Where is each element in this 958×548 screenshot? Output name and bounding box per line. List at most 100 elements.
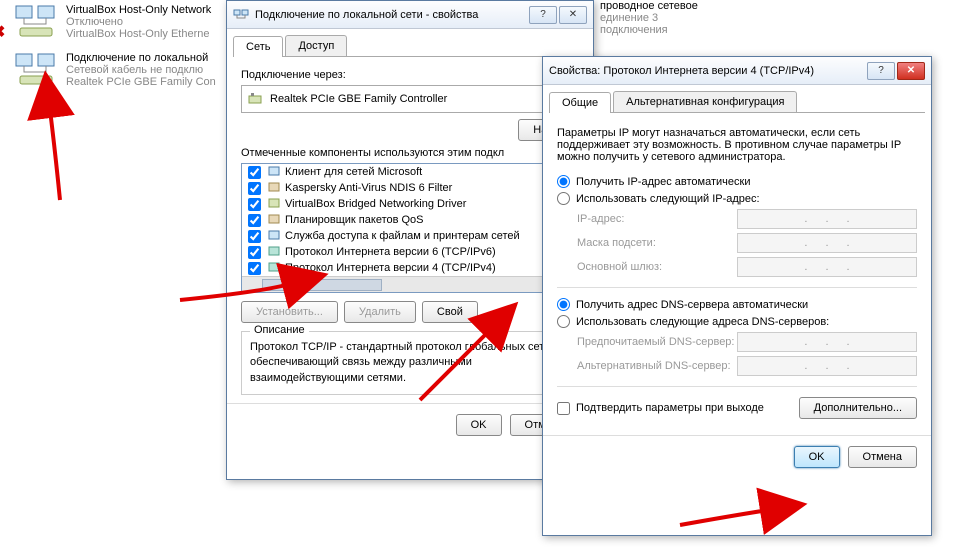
network-item-status: Сетевой кабель не подклю [66,64,216,76]
component-label: Протокол Интернета версии 4 (TCP/IPv4) [285,262,496,274]
qos-icon [267,213,281,227]
titlebar[interactable]: Свойства: Протокол Интернета версии 4 (T… [543,57,931,85]
component-item[interactable]: Kaspersky Anti-Virus NDIS 6 Filter [242,180,578,196]
network-adapter-icon [14,52,58,88]
ok-button[interactable]: OK [456,414,502,436]
install-button[interactable]: Установить... [241,301,338,323]
dns-alt-input[interactable]: ... [737,356,917,376]
tabs: Сеть Доступ [233,35,587,57]
connection-properties-dialog: Подключение по локальной сети - свойства… [226,0,594,480]
tab-network[interactable]: Сеть [233,36,283,57]
ip-manual-label: Использовать следующий IP-адрес: [576,193,760,205]
window-title: Подключение по локальной сети - свойства [255,9,529,21]
network-item-sub: единение 3 [600,12,860,24]
help-button[interactable]: ? [529,6,557,24]
separator [557,287,917,288]
network-item-text: Подключение по локальной Сетевой кабель … [66,52,216,88]
component-checkbox[interactable] [248,182,261,195]
network-item-adapter: VirtualBox Host-Only Etherne [66,28,211,40]
network-item-title: VirtualBox Host-Only Network [66,4,211,16]
gateway-label: Основной шлюз: [577,261,737,273]
component-item[interactable]: Протокол Интернета версии 6 (TCP/IPv6) [242,244,578,260]
ipv4-icon [267,261,281,275]
network-item-adapter: Realtek PCIe GBE Family Con [66,76,216,88]
network-item-partial: проводное сетевое единение 3 подключения [600,0,860,36]
component-item[interactable]: VirtualBox Bridged Networking Driver [242,196,578,212]
confirm-exit-checkbox[interactable] [557,402,570,415]
network-item-text: VirtualBox Host-Only Network Отключено V… [66,4,211,40]
filter-icon [267,181,281,195]
ip-address-input[interactable]: ... [737,209,917,229]
component-item[interactable]: Клиент для сетей Microsoft [242,164,578,180]
properties-button[interactable]: Свой [422,301,478,323]
adapter-icon [248,92,262,106]
info-text: Параметры IP могут назначаться автоматич… [557,127,917,163]
dns-auto-radio-row[interactable]: Получить адрес DNS-сервера автоматически [557,298,917,311]
description-text: Протокол TCP/IP - стандартный протокол г… [250,340,570,386]
horizontal-scrollbar[interactable] [242,276,578,292]
help-button[interactable]: ? [867,62,895,80]
component-checkbox[interactable] [248,214,261,227]
component-item[interactable]: Протокол Интернета версии 4 (TCP/IPv4) [242,260,578,276]
description-group: Описание Протокол TCP/IP - стандартный п… [241,331,579,395]
scroll-thumb[interactable] [262,279,382,291]
components-list[interactable]: Клиент для сетей Microsoft Kaspersky Ant… [241,163,579,293]
component-label: Служба доступа к файлам и принтерам сете… [285,230,520,242]
window-icon [233,7,249,23]
cancel-button[interactable]: Отмена [848,446,917,468]
tab-general[interactable]: Общие [549,92,611,113]
component-checkbox[interactable] [248,198,261,211]
component-item[interactable]: Планировщик пакетов QoS [242,212,578,228]
confirm-exit-label: Подтвердить параметры при выходе [576,402,764,414]
network-item-status: Отключено [66,16,211,28]
dns-auto-radio[interactable] [557,298,570,311]
component-label: Планировщик пакетов QoS [285,214,424,226]
component-checkbox[interactable] [248,166,261,179]
component-item[interactable]: Служба доступа к файлам и принтерам сете… [242,228,578,244]
component-label: Kaspersky Anti-Virus NDIS 6 Filter [285,182,452,194]
tabs: Общие Альтернативная конфигурация [549,91,925,113]
component-label: Протокол Интернета версии 6 (TCP/IPv6) [285,246,496,258]
remove-button[interactable]: Удалить [344,301,416,323]
driver-icon [267,197,281,211]
ipv6-icon [267,245,281,259]
ip-manual-radio[interactable] [557,192,570,205]
network-item-status: подключения [600,24,860,36]
separator [557,386,917,387]
window-title: Свойства: Протокол Интернета версии 4 (T… [549,65,867,77]
dns-manual-label: Использовать следующие адреса DNS-сервер… [576,316,829,328]
close-button[interactable]: ✕ [897,62,925,80]
gateway-input[interactable]: ... [737,257,917,277]
fileshare-icon [267,229,281,243]
description-legend: Описание [250,324,309,336]
ip-auto-radio[interactable] [557,175,570,188]
component-checkbox[interactable] [248,246,261,259]
component-label: VirtualBox Bridged Networking Driver [285,198,466,210]
dns-manual-radio[interactable] [557,315,570,328]
dns-manual-radio-row[interactable]: Использовать следующие адреса DNS-сервер… [557,315,917,328]
dns-primary-input[interactable]: ... [737,332,917,352]
dns-primary-label: Предпочитаемый DNS-сервер: [577,336,737,348]
tab-alternative[interactable]: Альтернативная конфигурация [613,91,797,112]
ip-auto-radio-row[interactable]: Получить IP-адрес автоматически [557,175,917,188]
ip-manual-radio-row[interactable]: Использовать следующий IP-адрес: [557,192,917,205]
ok-button[interactable]: OK [794,446,840,468]
connect-via-label: Подключение через: [241,69,579,81]
error-x-icon: ✖ [0,22,5,42]
ip-address-label: IP-адрес: [577,213,737,225]
components-label: Отмеченные компоненты используются этим … [241,147,579,159]
component-checkbox[interactable] [248,230,261,243]
subnet-input[interactable]: ... [737,233,917,253]
component-checkbox[interactable] [248,262,261,275]
network-item-title: проводное сетевое [600,0,860,12]
advanced-button[interactable]: Дополнительно... [799,397,917,419]
adapter-box: Realtek PCIe GBE Family Controller [241,85,579,113]
adapter-name: Realtek PCIe GBE Family Controller [270,93,447,105]
network-item-title: Подключение по локальной [66,52,216,64]
tab-access[interactable]: Доступ [285,35,347,56]
titlebar[interactable]: Подключение по локальной сети - свойства… [227,1,593,29]
close-button[interactable]: ✕ [559,6,587,24]
dns-auto-label: Получить адрес DNS-сервера автоматически [576,299,808,311]
component-label: Клиент для сетей Microsoft [285,166,422,178]
network-adapter-icon [14,4,58,40]
